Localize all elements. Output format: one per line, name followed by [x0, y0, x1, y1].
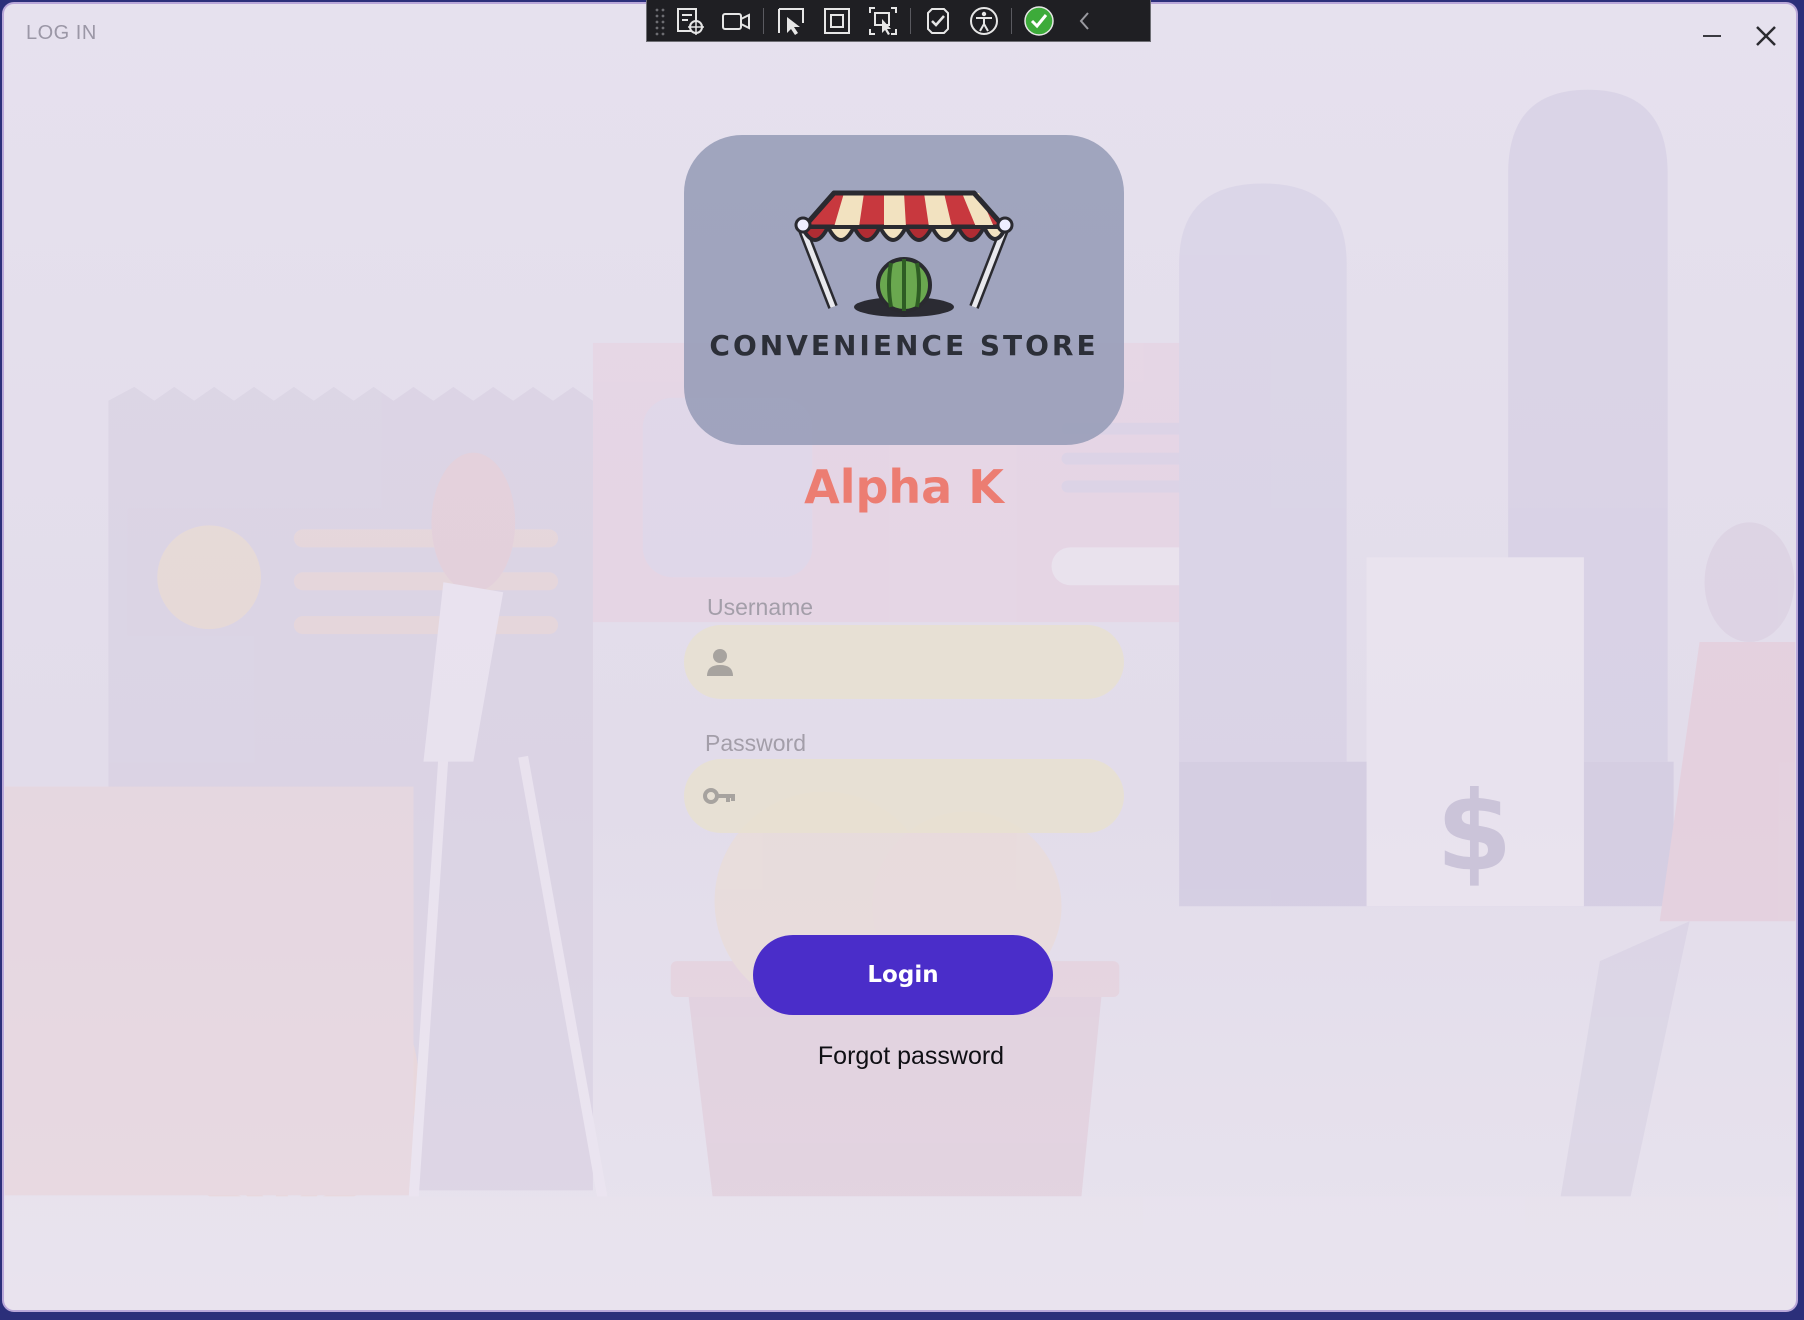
hot-reload-icon [927, 7, 949, 34]
video-camera-icon [722, 12, 750, 30]
select-element-icon [677, 7, 704, 35]
collapse-toolbar-button[interactable] [1062, 2, 1108, 40]
close-icon [1756, 26, 1776, 46]
cursor-select-button[interactable] [768, 2, 814, 40]
app-name: Alpha K [804, 460, 1004, 514]
window-title: LOG IN [26, 22, 97, 44]
key-icon [703, 788, 735, 804]
select-element-button[interactable] [667, 2, 713, 40]
store-logo-card: CONVENIENCE STORE [684, 135, 1124, 445]
username-label: Username [707, 594, 814, 620]
square-frame-icon [824, 7, 850, 34]
store-brand-text: CONVENIENCE STORE [709, 329, 1099, 362]
toolbar-separator [910, 7, 911, 34]
checkmark-circle-icon [1024, 5, 1054, 36]
cursor-select-icon [778, 7, 804, 35]
svg-text:$: $ [1436, 767, 1512, 895]
login-button[interactable]: Login [753, 935, 1053, 1015]
layout-bounds-button[interactable] [814, 2, 860, 40]
toolbar-grip-icon[interactable] [653, 6, 667, 36]
close-button[interactable] [1748, 18, 1784, 54]
minimize-button[interactable] [1694, 18, 1730, 54]
record-button[interactable] [713, 2, 759, 40]
user-icon [707, 649, 733, 676]
forgot-password-link[interactable]: Forgot password [784, 1042, 1038, 1071]
toolbar-separator [1011, 7, 1012, 34]
storefront-awning-icon [794, 190, 1014, 317]
debug-toolbar [646, 0, 1151, 42]
login-window: $ LOG IN CONVENIENCE STORE Alpha K Usern… [2, 2, 1798, 1312]
track-focus-icon [869, 6, 897, 35]
track-focus-button[interactable] [860, 2, 906, 40]
password-label: Password [705, 730, 806, 756]
status-ok-button[interactable] [1016, 2, 1062, 40]
username-field[interactable] [684, 625, 1124, 699]
username-input[interactable] [738, 625, 1124, 699]
hot-reload-button[interactable] [915, 2, 961, 40]
accessibility-button[interactable] [961, 2, 1007, 40]
collapse-chevron-icon [1079, 11, 1089, 30]
password-input[interactable] [738, 759, 1124, 833]
minimize-icon [1703, 35, 1721, 37]
accessibility-icon [970, 6, 998, 35]
toolbar-separator [763, 7, 764, 34]
password-field[interactable] [684, 759, 1124, 833]
